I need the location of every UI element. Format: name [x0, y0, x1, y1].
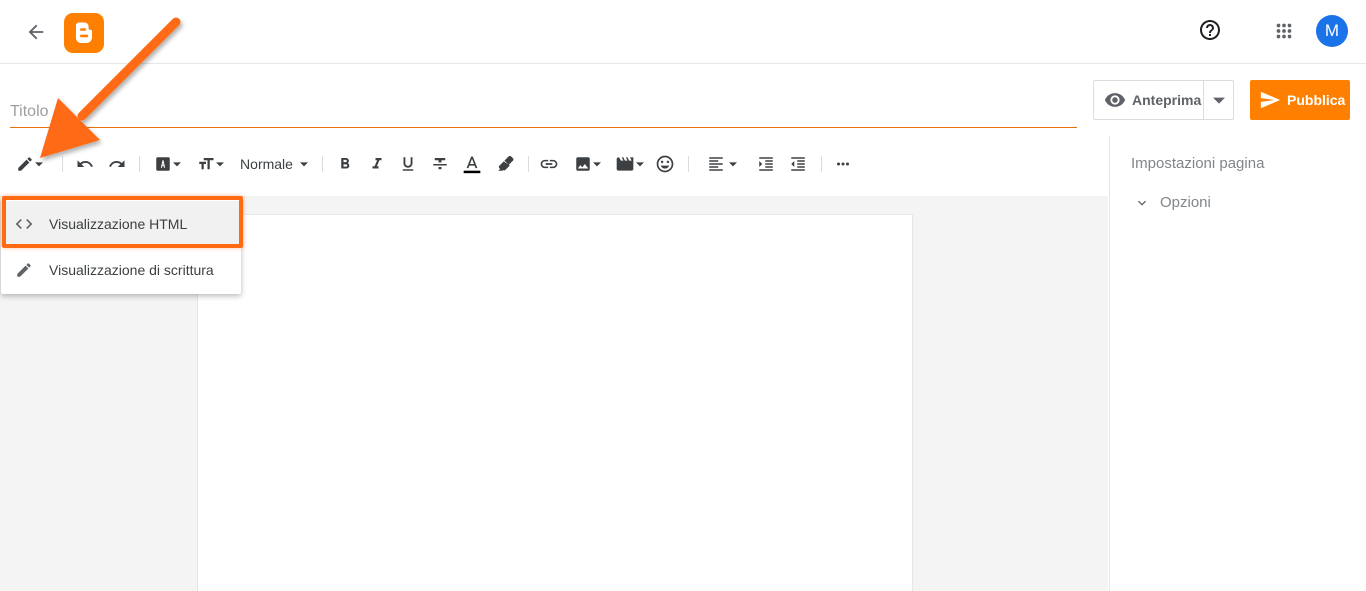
pencil-icon — [17, 157, 32, 171]
toolbar-divider — [139, 156, 140, 172]
page-settings-title: Impostazioni pagina — [1131, 155, 1265, 172]
publish-label: Pubblica — [1287, 92, 1346, 108]
options-label: Opzioni — [1160, 194, 1211, 211]
pencil-icon — [14, 260, 34, 280]
arrow-left-icon — [28, 24, 44, 40]
alignment-dropdown[interactable] — [704, 152, 740, 176]
image-icon — [575, 157, 590, 171]
caret-down-icon — [592, 162, 601, 167]
strikethrough-icon — [433, 158, 447, 170]
undo-icon — [77, 160, 93, 167]
caret-down-icon — [299, 162, 308, 167]
caret-down-icon — [1212, 97, 1225, 104]
insert-video-dropdown[interactable] — [613, 152, 645, 176]
formatting-toolbar: Normale — [0, 146, 1108, 182]
italic-button[interactable] — [366, 152, 388, 176]
html-view-label: Visualizzazione HTML — [49, 216, 188, 232]
text-size-icon — [198, 158, 213, 170]
apps-grid-icon — [1276, 23, 1292, 39]
caret-down-icon — [34, 162, 43, 167]
publish-button[interactable]: Pubblica — [1250, 80, 1350, 120]
post-body-editor[interactable] — [197, 214, 913, 591]
compose-view-label: Visualizzazione di scrittura — [49, 262, 214, 278]
send-icon — [1260, 91, 1281, 109]
undo-button[interactable] — [74, 152, 96, 176]
caret-down-icon — [729, 162, 737, 167]
link-icon — [540, 159, 558, 169]
caret-down-icon — [215, 162, 224, 167]
toolbar-divider — [322, 156, 323, 172]
top-app-bar: M — [0, 0, 1366, 64]
blogger-logo-icon — [76, 22, 92, 43]
more-options-button[interactable] — [832, 152, 854, 176]
paragraph-style-label: Normale — [240, 156, 293, 172]
indent-button[interactable] — [755, 152, 777, 176]
emoji-icon — [656, 155, 674, 173]
font-family-icon — [155, 157, 170, 171]
chevron-down-icon — [1138, 200, 1146, 206]
help-button[interactable] — [1196, 16, 1224, 44]
eye-icon — [1104, 93, 1126, 107]
options-section-toggle[interactable]: Opzioni — [1134, 194, 1211, 211]
view-mode-menu: Visualizzazione HTML Visualizzazione di … — [1, 197, 241, 294]
italic-icon — [372, 158, 382, 169]
indent-decrease-icon — [791, 157, 805, 171]
preview-button[interactable]: Anteprima — [1094, 81, 1205, 119]
font-size-dropdown[interactable] — [195, 152, 225, 176]
strikethrough-button[interactable] — [429, 152, 451, 176]
highlighter-icon — [498, 155, 514, 171]
underline-button[interactable] — [397, 152, 419, 176]
post-title-input[interactable] — [10, 96, 1077, 128]
paragraph-style-dropdown[interactable]: Normale — [237, 152, 311, 176]
caret-down-icon — [172, 162, 181, 167]
view-mode-dropdown[interactable] — [12, 152, 46, 176]
indent-increase-icon — [759, 157, 773, 171]
blogger-logo[interactable] — [64, 13, 104, 53]
bold-button[interactable] — [334, 152, 356, 176]
preview-options-button[interactable] — [1204, 81, 1233, 119]
text-color-button[interactable] — [461, 152, 483, 176]
account-avatar[interactable]: M — [1316, 15, 1348, 47]
movie-icon — [616, 157, 633, 171]
font-dropdown[interactable] — [152, 152, 182, 176]
outdent-button[interactable] — [787, 152, 809, 176]
html-view-menu-item[interactable]: Visualizzazione HTML — [1, 201, 241, 247]
highlight-color-button[interactable] — [494, 152, 516, 176]
caret-down-icon — [635, 162, 644, 167]
page-settings-panel: Impostazioni pagina Opzioni — [1109, 136, 1366, 591]
insert-link-button[interactable] — [538, 152, 560, 176]
back-button[interactable] — [22, 18, 50, 46]
more-horizontal-icon — [837, 162, 849, 166]
insert-emoji-button[interactable] — [654, 152, 676, 176]
apps-button[interactable] — [1270, 17, 1298, 45]
preview-button-group: Anteprima — [1093, 80, 1234, 120]
help-circle-icon — [1200, 20, 1220, 40]
toolbar-divider — [688, 156, 689, 172]
toolbar-divider — [821, 156, 822, 172]
toolbar-divider — [528, 156, 529, 172]
preview-label: Anteprima — [1132, 92, 1202, 108]
compose-view-menu-item[interactable]: Visualizzazione di scrittura — [1, 247, 241, 293]
toolbar-divider — [62, 156, 63, 172]
insert-image-dropdown[interactable] — [572, 152, 602, 176]
redo-icon — [109, 160, 125, 167]
align-left-icon — [709, 157, 723, 171]
underline-icon — [402, 157, 414, 171]
text-color-icon — [463, 156, 481, 174]
redo-button[interactable] — [106, 152, 128, 176]
code-icon — [14, 214, 34, 234]
bold-icon — [341, 158, 350, 169]
